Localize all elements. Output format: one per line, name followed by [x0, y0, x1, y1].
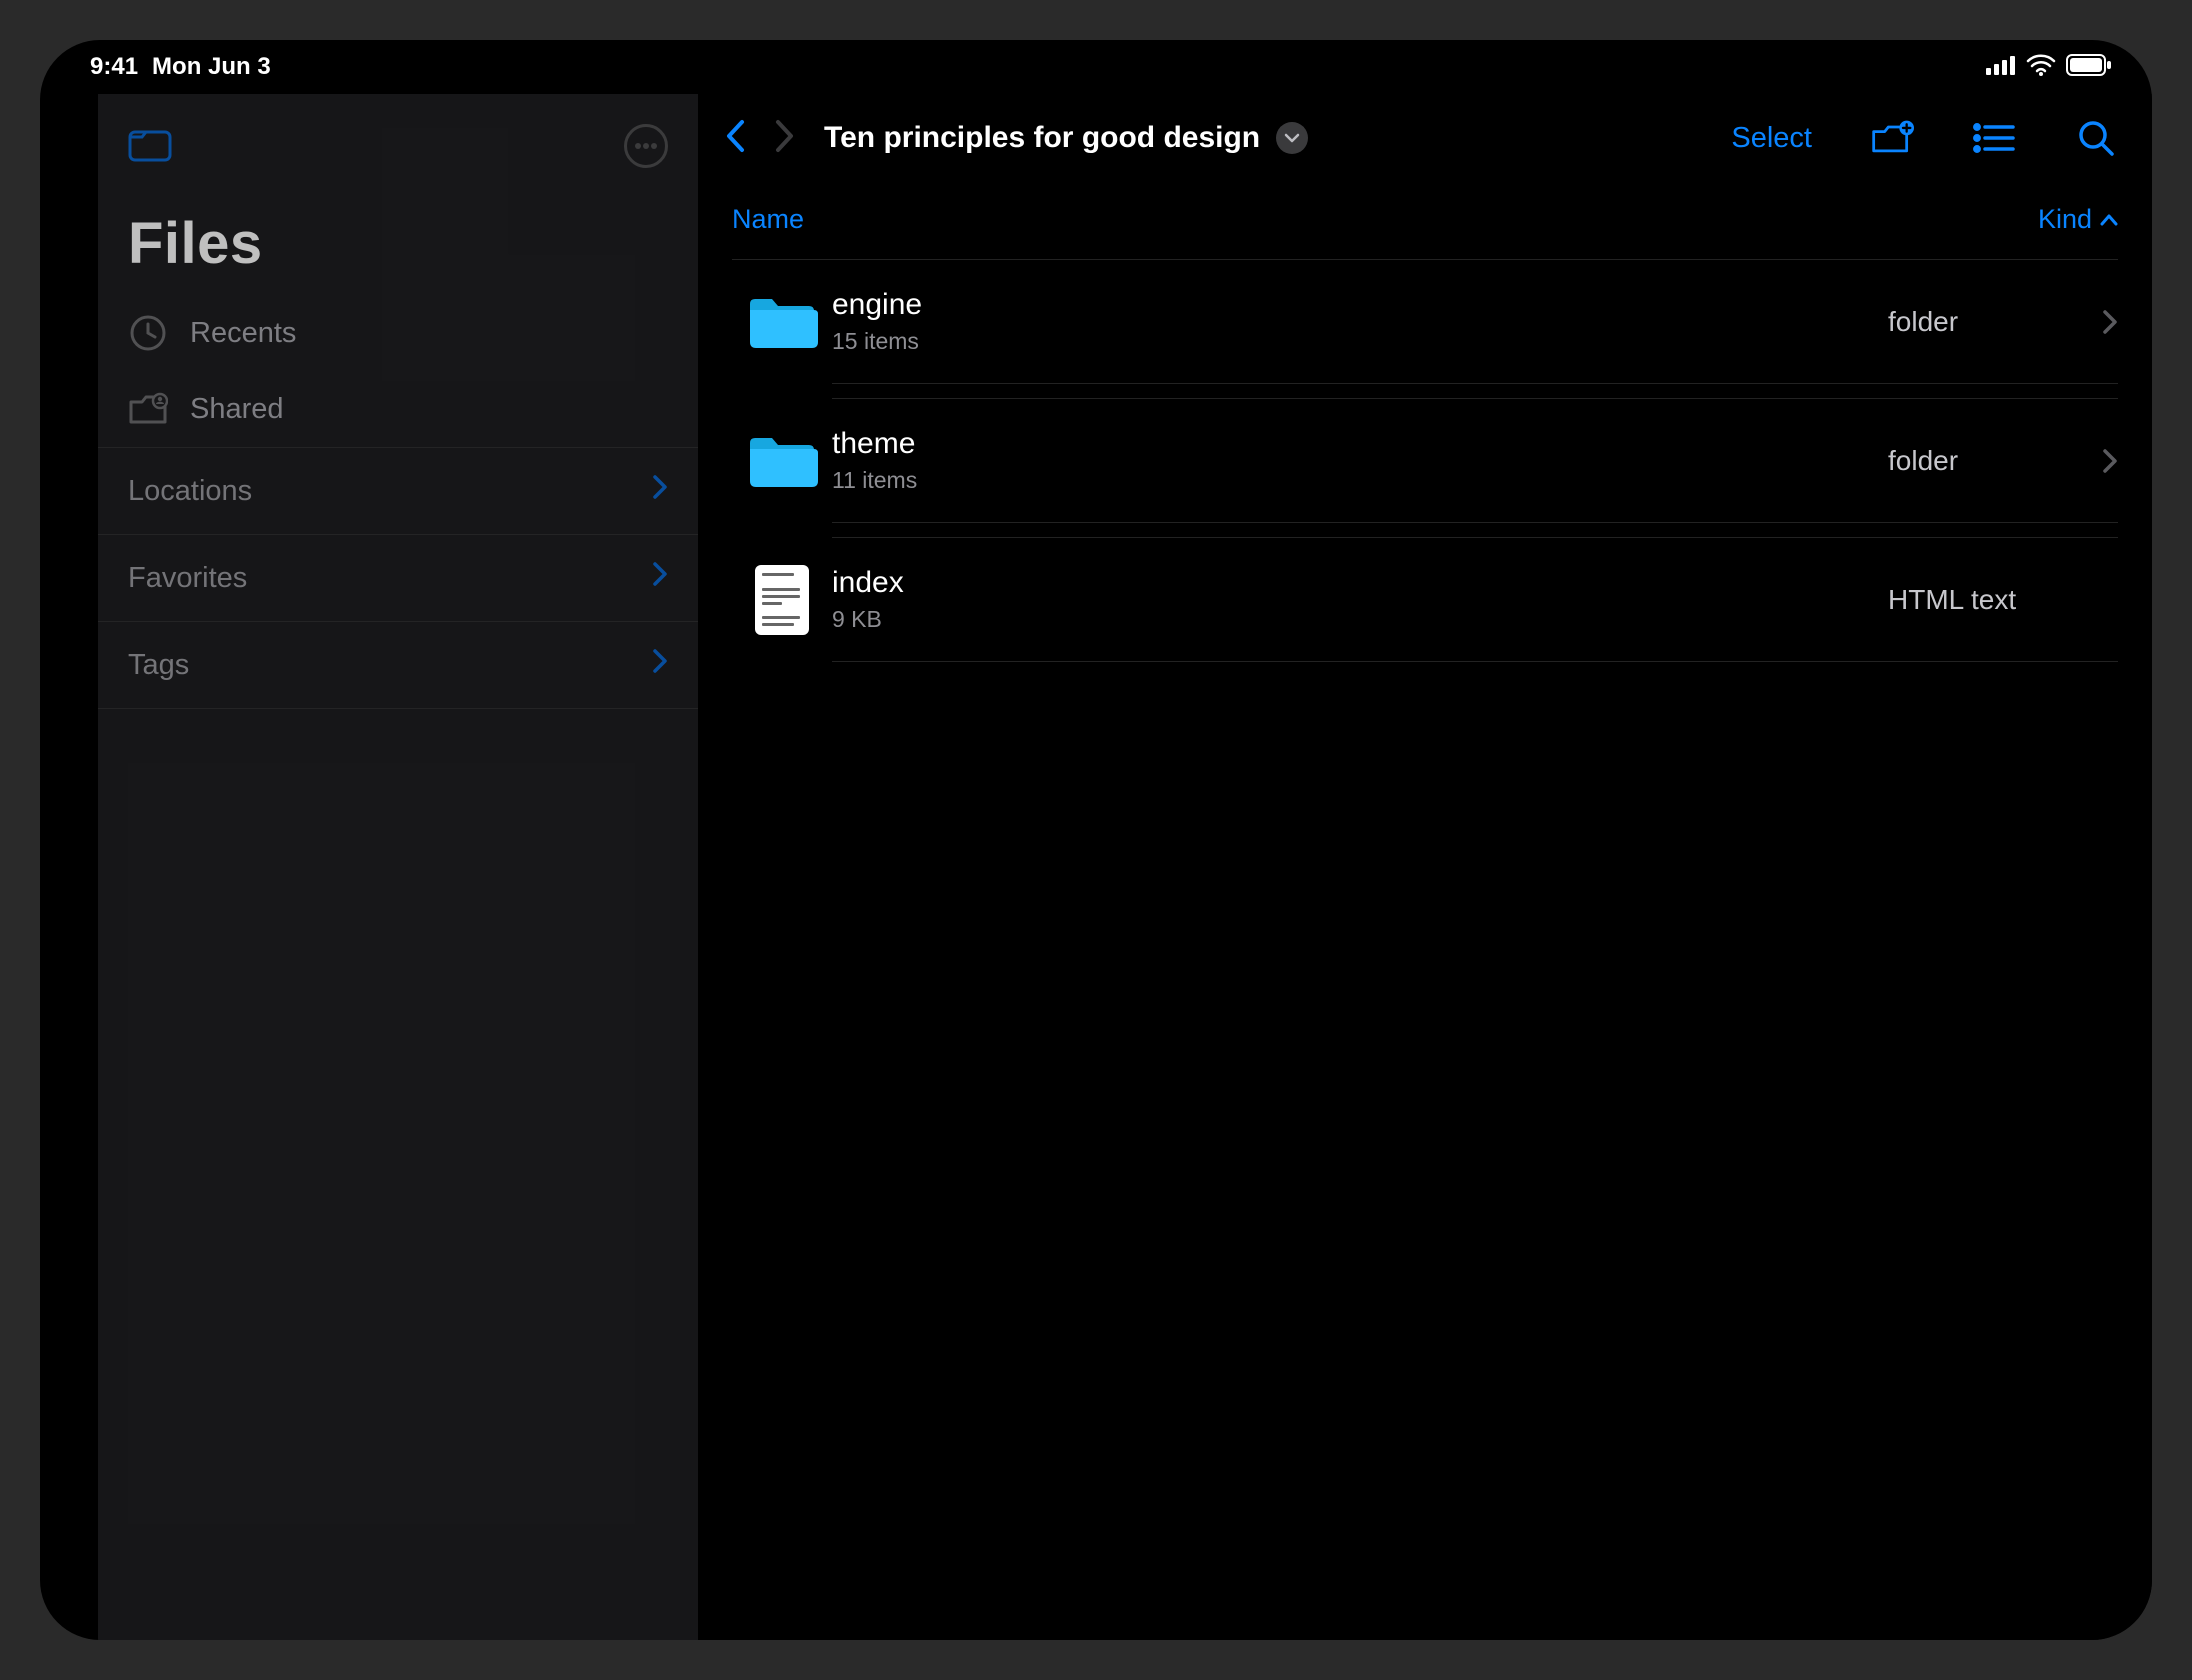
section-label: Favorites [128, 562, 247, 595]
battery-icon [2066, 54, 2112, 81]
wifi-icon [2026, 54, 2056, 81]
sidebar: Files Recents Shared Locations [98, 94, 698, 1640]
file-row[interactable]: theme 11 items folder [732, 398, 2118, 537]
new-folder-button[interactable] [1870, 116, 1914, 160]
file-name: engine [832, 288, 1888, 322]
section-label: Locations [128, 475, 252, 508]
folder-icon [732, 433, 832, 489]
file-subtitle: 9 KB [832, 606, 1888, 633]
select-button[interactable]: Select [1731, 122, 1812, 155]
sort-ascending-icon [2100, 214, 2118, 226]
shared-folder-icon [128, 389, 168, 429]
column-name[interactable]: Name [732, 204, 804, 235]
back-button[interactable] [724, 118, 746, 159]
more-options-icon[interactable] [624, 124, 668, 168]
clock-icon [128, 313, 168, 353]
file-row[interactable]: engine 15 items folder [732, 260, 2118, 398]
statusbar-date: Mon Jun 3 [152, 53, 271, 81]
file-kind: HTML text [1888, 584, 2058, 616]
file-subtitle: 15 items [832, 328, 1888, 355]
file-row[interactable]: index 9 KB HTML text [732, 537, 2118, 676]
file-name: theme [832, 427, 1888, 461]
file-name: index [832, 566, 1888, 600]
toolbar: Ten principles for good design Select [698, 94, 2152, 182]
sidebar-section-locations[interactable]: Locations [98, 447, 698, 534]
chevron-right-icon [2088, 309, 2118, 335]
app-icon[interactable] [128, 126, 172, 167]
file-subtitle: 11 items [832, 467, 1888, 494]
chevron-right-icon [652, 648, 668, 682]
sidebar-item-label: Shared [190, 393, 284, 426]
sidebar-item-label: Recents [190, 317, 296, 350]
document-icon [732, 565, 832, 635]
sidebar-section-favorites[interactable]: Favorites [98, 534, 698, 621]
sidebar-title: Files [98, 178, 698, 295]
status-bar: 9:41 Mon Jun 3 [40, 40, 2152, 94]
sidebar-item-shared[interactable]: Shared [98, 371, 698, 447]
sidebar-section-tags[interactable]: Tags [98, 621, 698, 709]
cellular-signal-icon [1986, 55, 2016, 80]
forward-button [774, 118, 796, 159]
section-label: Tags [128, 649, 189, 682]
statusbar-time: 9:41 [90, 53, 138, 81]
title-dropdown-button[interactable] [1276, 122, 1308, 154]
folder-title: Ten principles for good design [824, 121, 1260, 155]
folder-icon [732, 294, 832, 350]
column-kind[interactable]: Kind [2038, 204, 2118, 235]
chevron-right-icon [2088, 448, 2118, 474]
search-button[interactable] [2074, 116, 2118, 160]
chevron-right-icon [652, 474, 668, 508]
file-list: Name Kind engine 15 items [732, 182, 2118, 676]
chevron-right-icon [652, 561, 668, 595]
list-view-button[interactable] [1972, 116, 2016, 160]
file-kind: folder [1888, 445, 2058, 477]
sidebar-item-recents[interactable]: Recents [98, 295, 698, 371]
file-browser: Ten principles for good design Select [698, 94, 2152, 1640]
file-kind: folder [1888, 306, 2058, 338]
column-headers: Name Kind [732, 182, 2118, 260]
